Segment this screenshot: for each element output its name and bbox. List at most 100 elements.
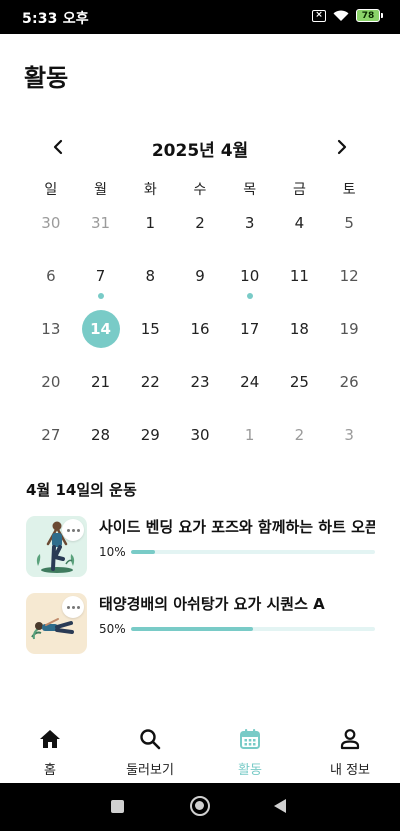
- day-number: 26: [339, 372, 359, 391]
- workout-thumbnail: [26, 516, 87, 577]
- calendar-day[interactable]: 23: [175, 355, 225, 408]
- status-bar: 5:33 오후 × 78: [0, 0, 400, 34]
- more-options-button[interactable]: [62, 596, 84, 618]
- day-number: 30: [190, 425, 210, 444]
- screen: 5:33 오후 × 78 활동 2025년 4월 일 월 화 수 목 금 토 3…: [0, 0, 400, 831]
- calendar-day[interactable]: 20: [26, 355, 76, 408]
- calendar-day[interactable]: 26: [324, 355, 374, 408]
- day-number: 12: [339, 266, 359, 285]
- day-number: 22: [140, 372, 160, 391]
- day-number: 16: [190, 319, 210, 338]
- day-number: 28: [91, 425, 111, 444]
- chevron-right-icon: [337, 139, 347, 155]
- day-number: 30: [41, 213, 61, 232]
- next-month-button[interactable]: [329, 134, 355, 160]
- calendar-day[interactable]: 5: [324, 196, 374, 249]
- calendar-day[interactable]: 28: [76, 408, 126, 461]
- home-button[interactable]: [190, 796, 210, 816]
- calendar-day[interactable]: 19: [324, 302, 374, 355]
- workout-item[interactable]: 사이드 벤딩 요가 포즈와 함께하는 하트 오픈 10%: [26, 516, 376, 578]
- calendar-day[interactable]: 17: [225, 302, 275, 355]
- calendar-day[interactable]: 21: [76, 355, 126, 408]
- status-icons: × 78: [312, 9, 383, 22]
- calendar-day[interactable]: 1: [125, 196, 175, 249]
- nav-item-home[interactable]: 홈: [0, 714, 100, 782]
- calendar-day[interactable]: 3: [324, 408, 374, 461]
- day-number: 31: [91, 213, 111, 232]
- nav-label: 둘러보기: [126, 763, 174, 778]
- calendar-day[interactable]: 1: [225, 408, 275, 461]
- person-icon: [337, 727, 363, 751]
- day-number: 25: [289, 372, 309, 391]
- workout-progress-bar: [131, 627, 375, 631]
- nav-item-activity[interactable]: 활동: [200, 714, 300, 782]
- more-dot: [66, 605, 70, 609]
- more-dot: [76, 528, 80, 532]
- calendar-day[interactable]: 2: [275, 408, 325, 461]
- calendar-day[interactable]: 2: [175, 196, 225, 249]
- calendar-day[interactable]: 11: [275, 249, 325, 302]
- workouts-section-title: 4월 14일의 운동: [26, 481, 137, 499]
- calendar-day[interactable]: 9: [175, 249, 225, 302]
- search-icon: [137, 727, 163, 751]
- day-number: 4: [294, 213, 305, 232]
- day-number: 9: [195, 266, 205, 285]
- calendar-day[interactable]: 27: [26, 408, 76, 461]
- calendar-day-selected[interactable]: 14: [76, 302, 126, 355]
- calendar-day[interactable]: 30: [26, 196, 76, 249]
- day-number: 23: [190, 372, 210, 391]
- calendar-day[interactable]: 16: [175, 302, 225, 355]
- calendar-day[interactable]: 18: [275, 302, 325, 355]
- calendar-day[interactable]: 4: [275, 196, 325, 249]
- workout-progress-label: 50%: [99, 622, 126, 636]
- back-button[interactable]: [274, 799, 286, 813]
- calendar-day[interactable]: 24: [225, 355, 275, 408]
- workout-thumbnail: [26, 593, 87, 654]
- day-number: 14: [90, 319, 111, 338]
- workout-item[interactable]: 태양경배의 아쉬탕가 요가 시퀀스 A 50%: [26, 593, 376, 655]
- calendar-day[interactable]: 25: [275, 355, 325, 408]
- calendar-day[interactable]: 12: [324, 249, 374, 302]
- day-number: 15: [140, 319, 160, 338]
- more-dot: [71, 528, 75, 532]
- nav-label: 내 정보: [329, 763, 370, 778]
- day-number: 19: [339, 319, 359, 338]
- day-number: 7: [95, 266, 106, 285]
- activity-dot: [246, 293, 253, 299]
- page-title: 활동: [24, 64, 69, 92]
- calendar-day[interactable]: 13: [26, 302, 76, 355]
- day-number: 20: [41, 372, 61, 391]
- calendar-day[interactable]: 10: [225, 249, 275, 302]
- day-number: 8: [145, 266, 156, 285]
- nav-item-profile[interactable]: 내 정보: [300, 714, 400, 782]
- nav-item-explore[interactable]: 둘러보기: [100, 714, 200, 782]
- more-dot: [71, 605, 75, 609]
- calendar-day[interactable]: 29: [125, 408, 175, 461]
- nav-label: 홈: [44, 763, 56, 778]
- calendar-day[interactable]: 15: [125, 302, 175, 355]
- system-navigation-bar: [0, 783, 400, 831]
- battery-level: 78: [361, 11, 375, 21]
- progress-fill: [131, 627, 253, 631]
- day-number: 24: [240, 372, 260, 391]
- day-number: 3: [344, 425, 354, 444]
- calendar-day[interactable]: 30: [175, 408, 225, 461]
- calendar-icon: [237, 727, 263, 751]
- calendar-day[interactable]: 7: [76, 249, 126, 302]
- calendar-day[interactable]: 6: [26, 249, 76, 302]
- calendar-day[interactable]: 3: [225, 196, 275, 249]
- nav-label: 활동: [238, 763, 262, 778]
- workout-progress-bar: [131, 550, 375, 554]
- day-number: 1: [145, 213, 156, 232]
- workout-progress-label: 10%: [99, 545, 126, 559]
- more-options-button[interactable]: [62, 519, 84, 541]
- day-number: 5: [344, 213, 354, 232]
- calendar-day[interactable]: 8: [125, 249, 175, 302]
- day-number: 17: [240, 319, 260, 338]
- workout-title: 사이드 벤딩 요가 포즈와 함께하는 하트 오픈: [99, 518, 375, 536]
- calendar-day[interactable]: 31: [76, 196, 126, 249]
- calendar-day[interactable]: 22: [125, 355, 175, 408]
- wifi-icon: [333, 10, 349, 21]
- day-number: 10: [240, 266, 260, 285]
- recent-apps-button[interactable]: [111, 800, 124, 813]
